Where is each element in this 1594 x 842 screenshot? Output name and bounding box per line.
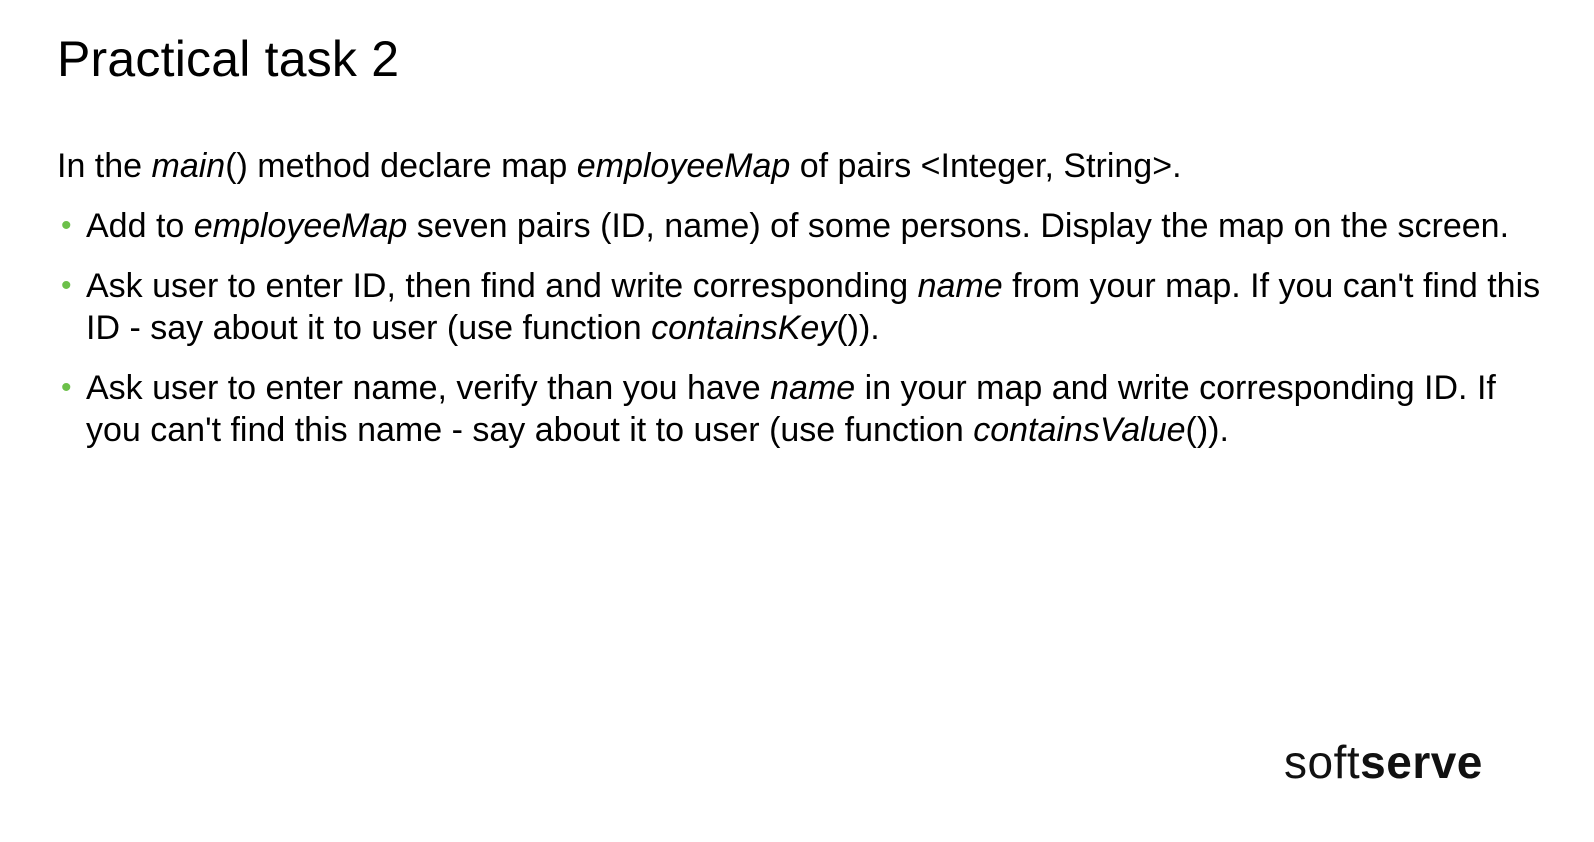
slide-title: Practical task 2	[57, 31, 400, 87]
bullet-1-text-2: seven pairs (ID, name) of some persons. …	[407, 207, 1510, 245]
intro-text-1: In the	[57, 147, 152, 185]
bullet-1-text-1: Add to	[86, 207, 194, 245]
bullet-icon: •	[61, 209, 72, 242]
intro-employee-map: employeeMap	[576, 147, 791, 185]
bullet-3-text-3: ()).	[1185, 411, 1229, 449]
slide-content: In the main() method declare map employe…	[57, 145, 1547, 469]
list-item: • Add to employeeMap seven pairs (ID, nam…	[57, 205, 1547, 247]
bullet-icon: •	[61, 269, 72, 302]
intro-paragraph: In the main() method declare map employe…	[57, 145, 1547, 187]
bullet-2-text-3: ()).	[836, 309, 880, 347]
intro-text-2: () method declare map	[225, 147, 577, 185]
bullet-2-name: name	[917, 267, 1003, 305]
list-item: • Ask user to enter name, verify than you…	[57, 367, 1547, 451]
logo-serve: serve	[1360, 736, 1483, 788]
bullet-3-name: name	[770, 369, 856, 407]
bullet-1-employee-map: employeeMap	[193, 207, 408, 245]
bullet-2-contains-key: containsKey	[651, 309, 837, 347]
intro-main-method: main	[151, 147, 226, 185]
bullet-3-contains-value: containsValue	[973, 411, 1186, 449]
logo-soft: soft	[1284, 736, 1361, 788]
list-item: • Ask user to enter ID, then find and wri…	[57, 265, 1547, 349]
intro-text-3: of pairs <Integer, String>.	[790, 147, 1182, 185]
bullet-icon: •	[61, 371, 72, 404]
softserve-logo: softserve	[1284, 735, 1483, 789]
bullet-3-text-1: Ask user to enter name, verify than you …	[86, 369, 771, 407]
task-list: • Add to employeeMap seven pairs (ID, nam…	[57, 205, 1547, 451]
bullet-2-text-1: Ask user to enter ID, then find and writ…	[86, 267, 918, 305]
